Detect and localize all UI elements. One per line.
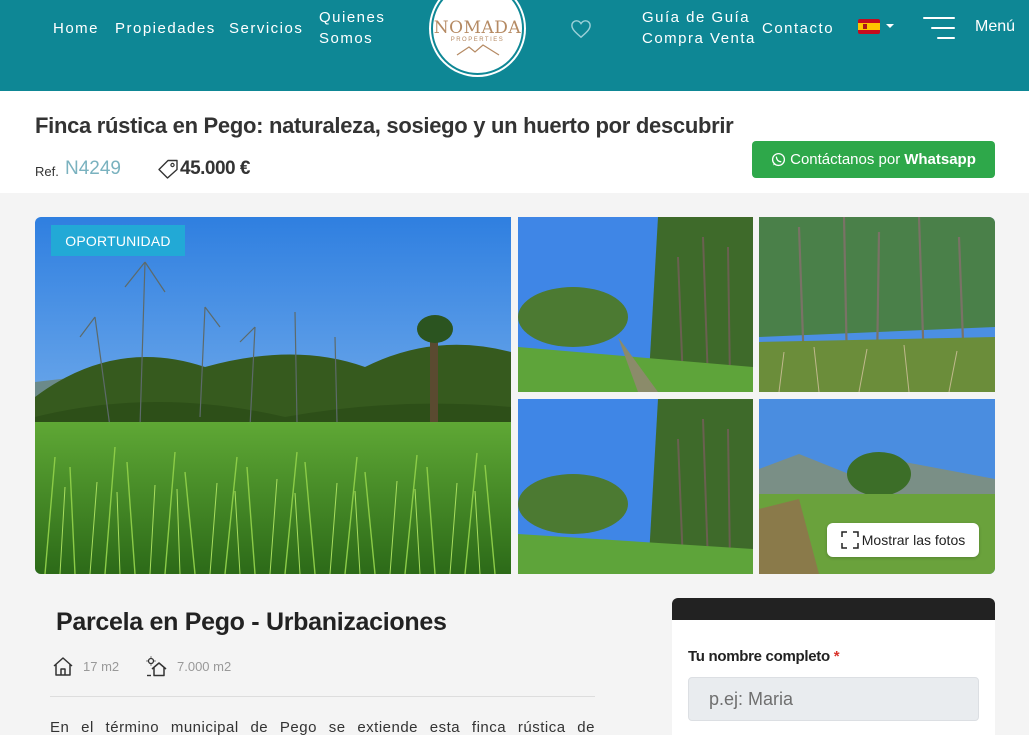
nav-home[interactable]: Home [53,18,99,39]
spain-flag-icon[interactable] [858,19,880,34]
price-tag-icon [158,159,178,179]
nav-quienes-somos[interactable]: Quienes Somos [319,7,385,49]
show-photos-button[interactable]: Mostrar las fotos [827,523,979,557]
nav-propiedades[interactable]: Propiedades [115,18,216,39]
nav-quienes-line2: Somos [319,30,374,47]
plot-area-value: 7.000 m2 [177,658,232,674]
nav-contacto[interactable]: Contacto [762,18,834,39]
ref-label: Ref. [35,164,59,179]
nav-quienes-line1: Quienes [319,9,386,26]
contact-form-header [672,598,995,620]
price: 45.000 € [180,158,250,179]
house-icon [53,656,73,676]
name-field-label: Tu nombre completo * [688,648,840,665]
plot-area-icon [146,656,167,676]
plot-area-feature: 7.000 m2 [146,655,231,677]
nav-servicios[interactable]: Servicios [229,18,303,39]
ref-value: N4249 [65,158,121,179]
heart-icon[interactable] [570,19,592,39]
gallery-photo-3[interactable] [759,217,995,392]
main-photo[interactable] [35,217,511,574]
property-description: En el término municipal de Pego se extie… [50,719,595,735]
whatsapp-contact-button[interactable]: Contáctanos por Whatsapp [752,141,995,178]
gallery-photo-4[interactable] [518,399,753,574]
menu-button[interactable]: Menú [975,17,1015,37]
oportunidad-badge: OPORTUNIDAD [51,225,185,256]
name-label-text: Tu nombre completo [688,648,830,665]
built-area-feature: 17 m2 [52,655,119,677]
whatsapp-label: Contáctanos por [790,151,901,168]
whatsapp-label-bold: Whatsapp [904,151,976,168]
built-area-value: 17 m2 [83,658,120,674]
nav-guia-line1: Guía de Guía [642,9,751,26]
gallery-photo-2[interactable] [518,217,753,392]
language-caret-icon[interactable] [886,24,894,28]
whatsapp-icon [772,152,786,167]
details-divider [50,696,595,697]
full-name-input[interactable] [688,677,979,721]
nav-guia-line2: Compra Venta [642,30,756,47]
logo-name: NOMADA [433,18,522,38]
property-section-title: Parcela en Pego - Urbanizaciones [56,608,447,636]
required-mark: * [833,648,840,665]
nav-guia-compra-venta[interactable]: Guía de Guía Compra Venta [642,7,756,49]
page-title: Finca rústica en Pego: naturaleza, sosie… [35,113,734,138]
mountain-icon [456,44,499,56]
expand-icon [841,531,859,549]
show-photos-label: Mostrar las fotos [861,532,966,548]
hamburger-icon[interactable] [923,17,955,39]
